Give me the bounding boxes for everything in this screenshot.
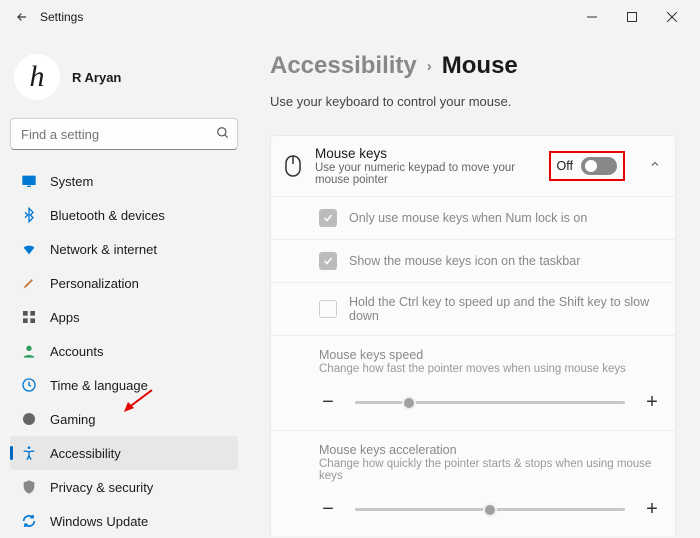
- search-input[interactable]: [10, 118, 238, 150]
- avatar: h: [14, 54, 60, 100]
- toggle-state-label: Off: [557, 159, 573, 173]
- brush-icon: [20, 274, 38, 292]
- display-icon: [20, 172, 38, 190]
- plus-button[interactable]: +: [643, 498, 661, 521]
- checkbox-checked-icon[interactable]: [319, 209, 337, 227]
- breadcrumb: Accessibility › Mouse: [270, 52, 676, 80]
- shield-icon: [20, 478, 38, 496]
- search-box[interactable]: [10, 118, 238, 150]
- mouse-keys-header[interactable]: Mouse keys Use your numeric keypad to mo…: [271, 136, 675, 196]
- sidebar-item-privacy[interactable]: Privacy & security: [10, 470, 238, 504]
- accel-row: Mouse keys acceleration Change how quick…: [271, 430, 675, 536]
- mouse-icon: [285, 153, 301, 179]
- highlight-box: Off: [549, 151, 625, 181]
- slider-thumb[interactable]: [402, 396, 416, 410]
- search-icon: [216, 126, 230, 145]
- sidebar-item-bluetooth[interactable]: Bluetooth & devices: [10, 198, 238, 232]
- option-label: Hold the Ctrl key to speed up and the Sh…: [349, 295, 661, 323]
- chevron-up-icon[interactable]: [649, 157, 661, 175]
- sidebar-item-apps[interactable]: Apps: [10, 300, 238, 334]
- nav-label: Time & language: [50, 378, 148, 393]
- wifi-icon: [20, 240, 38, 258]
- option-taskbar[interactable]: Show the mouse keys icon on the taskbar: [271, 239, 675, 282]
- nav-label: Network & internet: [50, 242, 157, 257]
- content-pane: Accessibility › Mouse Use your keyboard …: [248, 34, 700, 536]
- page-description: Use your keyboard to control your mouse.: [270, 94, 676, 109]
- chevron-right-icon: ›: [427, 58, 432, 75]
- sidebar-item-accounts[interactable]: Accounts: [10, 334, 238, 368]
- nav-label: Accessibility: [50, 446, 121, 461]
- option-label: Only use mouse keys when Num lock is on: [349, 211, 587, 225]
- user-profile[interactable]: h R Aryan: [10, 42, 238, 118]
- nav-label: Personalization: [50, 276, 139, 291]
- card-title: Mouse keys: [315, 146, 521, 161]
- speed-slider[interactable]: [355, 401, 625, 404]
- nav-list: System Bluetooth & devices Network & int…: [10, 164, 238, 538]
- back-button[interactable]: [8, 3, 36, 31]
- close-button[interactable]: [652, 3, 692, 31]
- clock-icon: [20, 376, 38, 394]
- apps-icon: [20, 308, 38, 326]
- nav-label: System: [50, 174, 93, 189]
- nav-label: Accounts: [50, 344, 103, 359]
- mouse-keys-toggle[interactable]: [581, 157, 617, 175]
- update-icon: [20, 512, 38, 530]
- bluetooth-icon: [20, 206, 38, 224]
- checkbox-unchecked-icon[interactable]: [319, 300, 337, 318]
- card-subtitle: Use your numeric keypad to move your mou…: [315, 162, 521, 186]
- speed-row: Mouse keys speed Change how fast the poi…: [271, 335, 675, 430]
- sidebar: h R Aryan System Bluetooth & devices Net…: [0, 34, 248, 536]
- slider-subtitle: Change how fast the pointer moves when u…: [319, 363, 661, 375]
- checkbox-checked-icon[interactable]: [319, 252, 337, 270]
- sidebar-item-time[interactable]: Time & language: [10, 368, 238, 402]
- slider-title: Mouse keys speed: [319, 348, 661, 362]
- slider-thumb[interactable]: [483, 503, 497, 517]
- nav-label: Gaming: [50, 412, 96, 427]
- breadcrumb-current: Mouse: [442, 52, 518, 80]
- minus-button[interactable]: −: [319, 498, 337, 521]
- option-ctrlshift[interactable]: Hold the Ctrl key to speed up and the Sh…: [271, 282, 675, 335]
- window-title: Settings: [40, 10, 83, 24]
- person-icon: [20, 342, 38, 360]
- nav-label: Windows Update: [50, 514, 148, 529]
- sidebar-item-accessibility[interactable]: Accessibility: [10, 436, 238, 470]
- sidebar-item-update[interactable]: Windows Update: [10, 504, 238, 538]
- sidebar-item-network[interactable]: Network & internet: [10, 232, 238, 266]
- maximize-button[interactable]: [612, 3, 652, 31]
- nav-label: Bluetooth & devices: [50, 208, 165, 223]
- nav-label: Apps: [50, 310, 80, 325]
- slider-subtitle: Change how quickly the pointer starts & …: [319, 458, 661, 482]
- minus-button[interactable]: −: [319, 391, 337, 414]
- option-label: Show the mouse keys icon on the taskbar: [349, 254, 580, 268]
- option-numlock[interactable]: Only use mouse keys when Num lock is on: [271, 196, 675, 239]
- breadcrumb-parent[interactable]: Accessibility: [270, 52, 417, 80]
- mouse-keys-card: Mouse keys Use your numeric keypad to mo…: [270, 135, 676, 536]
- gaming-icon: [20, 410, 38, 428]
- accel-slider[interactable]: [355, 508, 625, 511]
- plus-button[interactable]: +: [643, 391, 661, 414]
- user-name: R Aryan: [72, 70, 121, 85]
- minimize-button[interactable]: [572, 3, 612, 31]
- sidebar-item-system[interactable]: System: [10, 164, 238, 198]
- titlebar: Settings: [0, 0, 700, 34]
- slider-title: Mouse keys acceleration: [319, 443, 661, 457]
- sidebar-item-personalization[interactable]: Personalization: [10, 266, 238, 300]
- sidebar-item-gaming[interactable]: Gaming: [10, 402, 238, 436]
- accessibility-icon: [20, 444, 38, 462]
- nav-label: Privacy & security: [50, 480, 153, 495]
